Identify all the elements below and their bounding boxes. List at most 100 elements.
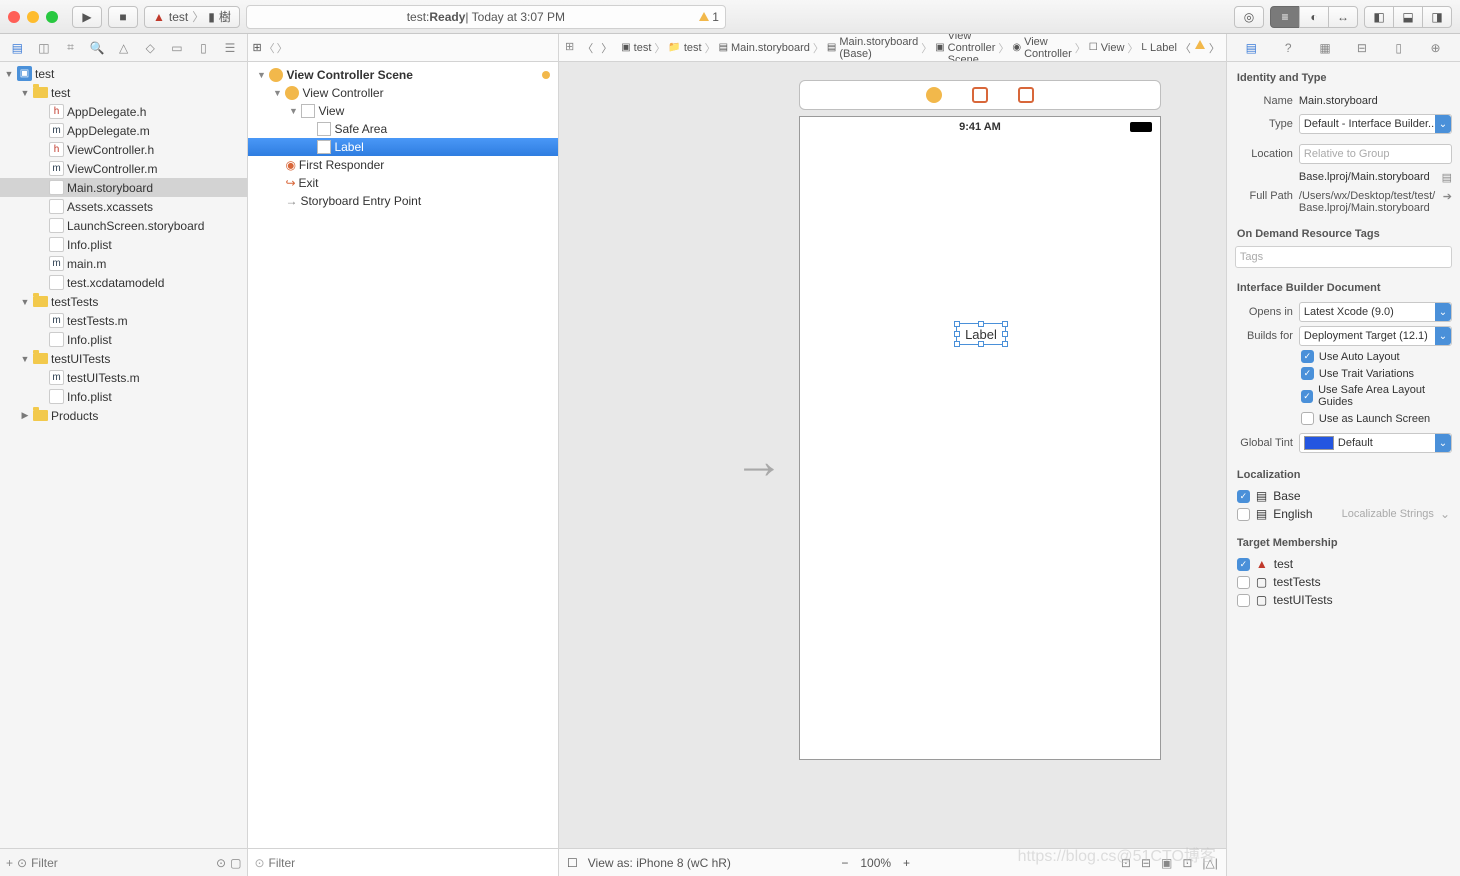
connections-inspector-tab[interactable]: ⊕ [1427, 39, 1445, 57]
tree-item[interactable]: Assets.xcassets [0, 197, 247, 216]
tree-item[interactable]: hAppDelegate.h [0, 102, 247, 121]
opens-in-select[interactable]: Latest Xcode (9.0) [1299, 302, 1452, 322]
outline-item[interactable]: LLabel [248, 138, 558, 156]
outline-item[interactable]: ▼View Controller Scene [248, 66, 558, 84]
tree-item[interactable]: mViewController.m [0, 159, 247, 178]
toggle-navigator[interactable]: ◧ [1364, 6, 1394, 28]
assistant-editor[interactable]: ◐ [1299, 6, 1329, 28]
tree-item[interactable]: ▼▣test [0, 64, 247, 83]
chk-safearea[interactable]: ✓ [1301, 390, 1313, 403]
tree-item[interactable]: ▼testTests [0, 292, 247, 311]
forward-icon[interactable]: 〉 [277, 40, 288, 56]
reveal-arrow-icon[interactable]: ➔ [1443, 190, 1452, 203]
library-button[interactable]: ◎ [1234, 6, 1264, 28]
tree-item[interactable]: ▶Products [0, 406, 247, 425]
locate-icon[interactable]: ▤ [1442, 171, 1452, 184]
chk-trait[interactable]: ✓ [1301, 367, 1314, 380]
close-window[interactable] [8, 11, 20, 23]
jumpbar-segment[interactable]: ▣test [621, 42, 651, 54]
outline-item[interactable]: Safe Area [248, 120, 558, 138]
toggle-outline-icon[interactable]: ☐ [567, 856, 578, 870]
report-navigator-tab[interactable]: ☰ [221, 39, 239, 57]
jumpbar-segment[interactable]: ☐View [1089, 42, 1125, 54]
tree-item[interactable]: ▼testUITests [0, 349, 247, 368]
zoom-out-icon[interactable]: − [841, 856, 848, 870]
global-tint-select[interactable]: Default [1299, 433, 1452, 453]
loc-base-chk[interactable]: ✓ [1237, 490, 1250, 503]
jumpbar-segment[interactable]: ◉View Controller [1012, 36, 1071, 60]
ib-canvas[interactable]: → 9:41 AM Label [559, 62, 1226, 848]
issue-navigator-tab[interactable]: △ [115, 39, 133, 57]
tm-testui-chk[interactable] [1237, 594, 1250, 607]
loc-english-chk[interactable] [1237, 508, 1250, 521]
outline-filter-input[interactable] [269, 856, 552, 870]
device-frame[interactable]: 9:41 AM Label [799, 116, 1161, 760]
quick-help-tab[interactable]: ? [1279, 39, 1297, 57]
selected-uilabel[interactable]: Label [958, 325, 1004, 343]
navigator-filter-input[interactable] [31, 856, 212, 870]
related-items-icon[interactable]: ⊞ [565, 40, 574, 56]
builds-for-select[interactable]: Deployment Target (12.1) [1299, 326, 1452, 346]
location-select[interactable]: Relative to Group [1299, 144, 1452, 164]
exit-icon[interactable] [1018, 87, 1034, 103]
tree-item[interactable]: mtestTests.m [0, 311, 247, 330]
jumpbar-segment[interactable]: ▣View Controller Scene [935, 34, 995, 62]
tags-input[interactable]: Tags [1235, 246, 1452, 268]
standard-editor[interactable]: ≡ [1270, 6, 1300, 28]
run-button[interactable]: ▶ [72, 6, 102, 28]
tree-item[interactable]: LaunchScreen.storyboard [0, 216, 247, 235]
prev-issue-icon[interactable]: 〈 [1180, 40, 1191, 56]
zoom-in-icon[interactable]: + [903, 856, 910, 870]
file-inspector-tab[interactable]: ▤ [1242, 39, 1260, 57]
symbol-navigator-tab[interactable]: ⌗ [61, 39, 79, 57]
canvas-jump-bar[interactable]: ⊞ 〈 〉 ▣test〉📁test〉▤Main.storyboard〉▤Main… [559, 34, 1226, 62]
scheme-selector[interactable]: ▲ test 〉 ▮ 樹 [144, 6, 240, 28]
outline-tree[interactable]: ▼View Controller Scene▼View Controller▼V… [248, 62, 558, 848]
view-as-label[interactable]: View as: iPhone 8 (wC hR) [588, 856, 731, 870]
debug-navigator-tab[interactable]: ▭ [168, 39, 186, 57]
project-navigator-tab[interactable]: ▤ [8, 39, 26, 57]
chk-autolayout[interactable]: ✓ [1301, 350, 1314, 363]
scm-filter-icon[interactable]: ▢ [230, 856, 241, 870]
first-responder-icon[interactable] [972, 87, 988, 103]
outline-item[interactable]: →Storyboard Entry Point [248, 192, 558, 210]
tree-item[interactable]: test.xcdatamodeld [0, 273, 247, 292]
test-navigator-tab[interactable]: ◇ [141, 39, 159, 57]
jumpbar-segment[interactable]: ▤Main.storyboard (Base) [827, 36, 918, 60]
jumpbar-segment[interactable]: LLabel [1141, 42, 1176, 54]
version-editor[interactable]: ↔ [1328, 6, 1358, 28]
find-navigator-tab[interactable]: 🔍 [88, 39, 106, 57]
jumpbar-segment[interactable]: 📁test [668, 42, 701, 54]
outline-item[interactable]: ◉First Responder [248, 156, 558, 174]
tree-item[interactable]: Main.storyboard [0, 178, 247, 197]
outline-item[interactable]: ▼View Controller [248, 84, 558, 102]
attributes-inspector-tab[interactable]: ⊟ [1353, 39, 1371, 57]
next-issue-icon[interactable]: 〉 [1209, 40, 1220, 56]
chk-launch[interactable] [1301, 412, 1314, 425]
back-icon[interactable]: 〈 [264, 40, 275, 56]
size-inspector-tab[interactable]: ▯ [1390, 39, 1408, 57]
identity-inspector-tab[interactable]: ▦ [1316, 39, 1334, 57]
file-type-select[interactable]: Default - Interface Builder... [1299, 114, 1452, 134]
back-icon[interactable]: 〈 [582, 40, 593, 56]
project-tree[interactable]: ▼▣test▼testhAppDelegate.hmAppDelegate.mh… [0, 62, 247, 848]
toggle-inspector[interactable]: ◨ [1422, 6, 1452, 28]
jumpbar-segment[interactable]: ▤Main.storyboard [719, 42, 810, 54]
tree-item[interactable]: Info.plist [0, 330, 247, 349]
warning-indicator[interactable]: 1 [699, 10, 719, 24]
source-control-tab[interactable]: ◫ [35, 39, 53, 57]
tree-item[interactable]: mtestUITests.m [0, 368, 247, 387]
forward-icon[interactable]: 〉 [601, 40, 612, 56]
view-controller-scene[interactable]: 9:41 AM Label [799, 80, 1161, 764]
recent-filter-icon[interactable]: ⊙ [216, 856, 226, 870]
tree-item[interactable]: hViewController.h [0, 140, 247, 159]
related-items-icon[interactable]: ⊞ [252, 41, 261, 54]
minimize-window[interactable] [27, 11, 39, 23]
tree-item[interactable]: mmain.m [0, 254, 247, 273]
stop-button[interactable]: ■ [108, 6, 138, 28]
tree-item[interactable]: ▼test [0, 83, 247, 102]
outline-item[interactable]: ↪Exit [248, 174, 558, 192]
add-icon[interactable]: + [6, 856, 13, 870]
breakpoint-navigator-tab[interactable]: ▯ [194, 39, 212, 57]
view-controller-icon[interactable] [926, 87, 942, 103]
